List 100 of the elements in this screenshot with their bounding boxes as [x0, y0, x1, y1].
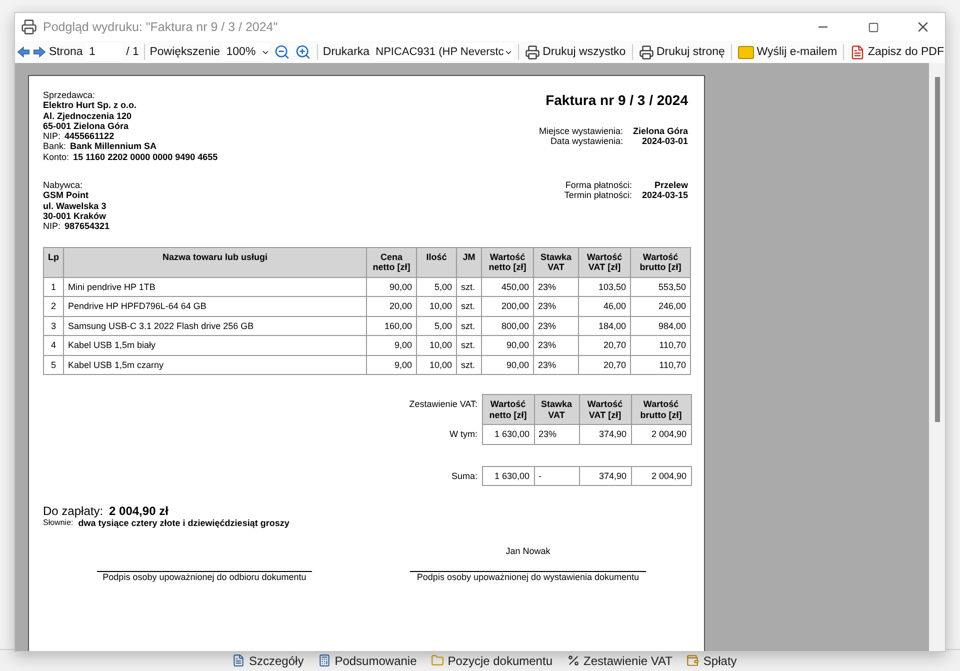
- maximize-icon[interactable]: [868, 22, 878, 32]
- column-header: Wartość VAT [zł]: [579, 394, 631, 425]
- table-cell: 2 004,90: [631, 424, 691, 444]
- table-cell: 3: [44, 316, 64, 336]
- zoom-select[interactable]: 100%: [223, 43, 270, 61]
- field-label: Bank:: [43, 141, 66, 152]
- table-cell: 46,00: [578, 296, 630, 316]
- party-detail: ul. Wawelska 3: [43, 200, 108, 211]
- table-cell: 1 630,00: [482, 424, 534, 444]
- invoice-title: Faktura nr 9 / 3 / 2024: [544, 92, 688, 108]
- arrow-left-icon[interactable]: [17, 45, 30, 59]
- row-label: Suma:: [43, 466, 482, 486]
- window-title: Podgląd wydruku: "Faktura nr 9 / 3 / 2024": [43, 20, 279, 34]
- table-cell: 110,70: [630, 336, 690, 356]
- table-cell: 9,00: [366, 355, 416, 375]
- zoom-label: Powiększenie: [150, 46, 220, 58]
- table-cell: szt.: [456, 277, 482, 297]
- table-cell: 10,00: [416, 355, 456, 375]
- field-value: 4455661122: [64, 131, 114, 142]
- table-cell: 20,70: [578, 355, 630, 375]
- table-cell: -: [534, 466, 579, 486]
- table-cell: 800,00: [482, 316, 534, 336]
- meta-value: Przelew: [654, 180, 688, 190]
- field-value: 987654321: [64, 221, 110, 232]
- party-detail: Al. Zjednoczenia 120: [43, 110, 133, 121]
- table-cell: 9,00: [366, 336, 416, 356]
- table-cell: 20,00: [366, 296, 416, 316]
- in-words-label: Słownie:: [43, 518, 74, 528]
- field-label: NIP:: [43, 221, 61, 232]
- table-cell: 103,50: [578, 277, 630, 297]
- toolbar-button[interactable]: Drukuj stronę: [638, 44, 726, 60]
- table-cell: 5,00: [416, 316, 456, 336]
- printer-label: Drukarka: [322, 46, 370, 58]
- toolbar-button[interactable]: Zapisz do PDF: [848, 44, 945, 60]
- toolbar-button[interactable]: Drukuj wszystko: [524, 44, 627, 60]
- table-cell: 90,00: [366, 277, 416, 297]
- bottom-tab[interactable]: Szczegóły: [232, 654, 304, 668]
- envelope-icon: [738, 46, 754, 58]
- bottom-tab[interactable]: Podsumowanie: [318, 654, 417, 668]
- table-cell: 1: [44, 277, 64, 297]
- zoom-out-icon[interactable]: [273, 44, 292, 60]
- table-cell: 10,00: [416, 296, 456, 316]
- table-cell: 5: [44, 355, 64, 375]
- percent-icon: [566, 654, 580, 667]
- column-header: Wartość netto [zł]: [482, 394, 534, 425]
- table-cell: 374,90: [579, 424, 631, 444]
- page-field[interactable]: 1: [86, 43, 124, 61]
- amount-due-value: 2 004,90 zł: [109, 505, 168, 518]
- column-header: JM: [456, 247, 482, 278]
- column-header: Lp: [44, 247, 64, 278]
- table-cell: 374,90: [579, 466, 631, 486]
- page-label: Strona: [48, 46, 83, 58]
- table-cell: Samsung USB-C 3.1 2022 Flash drive 256 GB: [64, 316, 366, 336]
- printer-select[interactable]: NPICAC931 (HP Neverstc: [372, 43, 513, 61]
- column-header: Ilość: [416, 247, 456, 278]
- table-cell: Pendrive HP HPFD796L-64 64 GB: [64, 296, 366, 316]
- table-cell: 2 004,90: [631, 466, 691, 486]
- table-cell: 90,00: [482, 336, 534, 356]
- column-header: Stawka VAT: [534, 247, 578, 278]
- issuer-name: Jan Nowak: [506, 546, 550, 557]
- table-cell: 184,00: [578, 316, 630, 336]
- meta-value: Zielona Góra: [632, 126, 688, 136]
- party-detail: 30-001 Kraków: [43, 210, 108, 222]
- table-cell: Mini pendrive HP 1TB: [64, 277, 366, 297]
- field-label: NIP:: [43, 131, 61, 142]
- arrow-right-icon[interactable]: [32, 45, 46, 59]
- party-detail: 65-001 Zielona Góra: [43, 120, 130, 132]
- table-cell: 2: [44, 296, 64, 316]
- table-cell: 1 630,00: [482, 466, 534, 486]
- printer-icon: [21, 19, 37, 35]
- meta-label: Termin płatności:: [564, 190, 632, 201]
- table-cell: Kabel USB 1,5m czarny: [64, 355, 366, 375]
- row-label: W tym:: [43, 424, 482, 444]
- meta-value: 2024-03-01: [642, 136, 688, 147]
- bottom-tab[interactable]: Spłaty: [686, 654, 737, 668]
- wallet-icon: [686, 654, 700, 667]
- party-detail: GSM Point: [43, 190, 90, 201]
- table-cell: 23%: [534, 296, 578, 316]
- column-header: Wartość VAT [zł]: [578, 247, 630, 278]
- amount-due-label: Do zapłaty:: [43, 505, 104, 518]
- zoom-in-icon[interactable]: [294, 44, 312, 60]
- table-cell: szt.: [456, 355, 482, 375]
- table-cell: szt.: [456, 296, 482, 316]
- field-value: Bank Millennium SA: [70, 141, 157, 152]
- column-header: Stawka VAT: [534, 394, 579, 425]
- meta-value: 2024-03-15: [642, 190, 688, 201]
- column-header: Wartość netto [zł]: [482, 247, 534, 278]
- table-cell: 246,00: [630, 296, 690, 316]
- bottom-tab[interactable]: Zestawienie VAT: [566, 654, 672, 668]
- toolbar-button[interactable]: Wyślij e-mailem: [736, 46, 838, 58]
- column-header: Wartość brutto [zł]: [631, 394, 691, 425]
- meta-label: Miejsce wystawienia:: [538, 126, 623, 136]
- table-cell: 23%: [534, 355, 578, 375]
- table-cell: 23%: [534, 424, 579, 444]
- scrollbar[interactable]: [929, 63, 945, 651]
- column-header: Wartość brutto [zł]: [630, 247, 690, 278]
- column-header: Nazwa towaru lub usługi: [64, 247, 366, 278]
- table-cell: 10,00: [416, 336, 456, 356]
- table-cell: 23%: [534, 316, 578, 336]
- bottom-tab[interactable]: Pozycje dokumentu: [430, 654, 552, 668]
